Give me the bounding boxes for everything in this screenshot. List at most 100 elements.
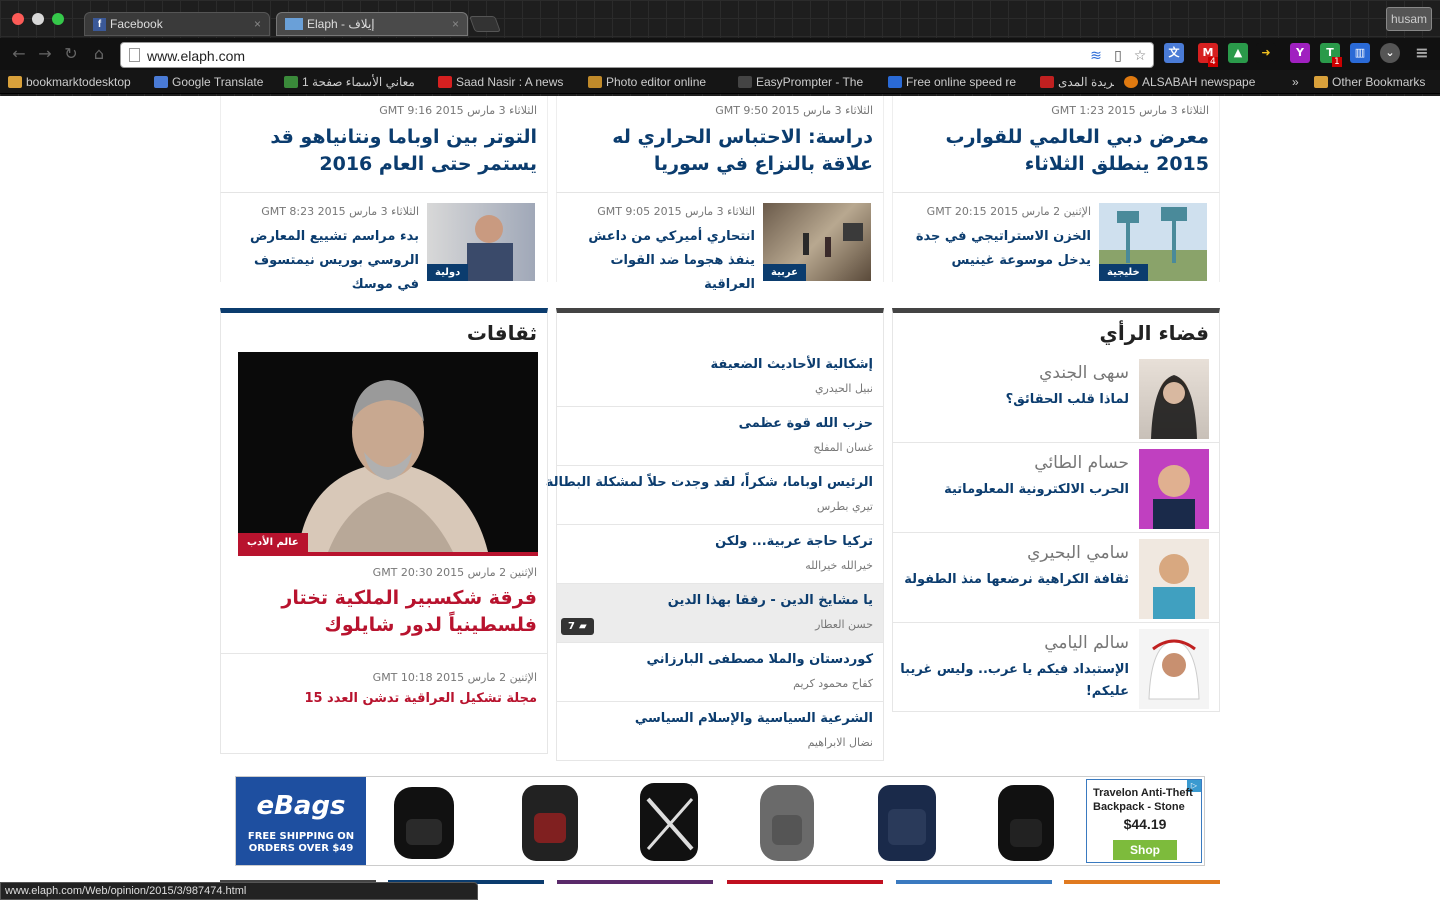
product-panel[interactable]: ▷ Travelon Anti-Theft Backpack - Stone -… [1086, 779, 1202, 863]
article-title-link[interactable]: تركيا حاجة عربية... ولكن [715, 534, 873, 549]
article-item[interactable]: كوردستان والملا مصطفى البارزاني كفاح محم… [557, 643, 883, 702]
person-icon [1151, 375, 1197, 439]
author-photo[interactable] [1139, 449, 1209, 529]
minimize-window-button[interactable] [32, 13, 44, 25]
bookmark-item[interactable]: Photo editor online [588, 74, 724, 90]
new-tab-button[interactable] [469, 16, 501, 32]
bookmark-item[interactable]: Free online speed re [888, 74, 1024, 90]
close-tab-icon[interactable]: × [254, 17, 261, 31]
yahoo-extension-icon[interactable]: Y [1290, 43, 1310, 63]
news-item[interactable]: دولية الثلاثاء 3 مارس 2015 GMT 8:23 بدء … [220, 192, 548, 292]
culture-headline-link[interactable]: فرقة شكسبير الملكية تختار فلسطينياً لدور… [231, 585, 537, 639]
bookmarks-overflow-button[interactable]: » [1292, 74, 1306, 90]
author-name[interactable]: خيرالله خيرالله [805, 559, 873, 572]
author-name[interactable]: سالم اليامي [1044, 633, 1129, 653]
article-item[interactable]: الرئيس اوباما، شكراً، لقد وجدت حلاً لمشك… [546, 466, 883, 525]
arrow-extension-icon[interactable]: ➜ [1256, 43, 1276, 63]
article-item[interactable]: حزب الله قوة عظمى غسان المفلح [557, 407, 883, 466]
author-name[interactable]: غسان المفلح [813, 441, 873, 454]
bookmark-item[interactable]: Google Translate [154, 74, 276, 90]
article-title-link[interactable]: الرئيس اوباما، شكراً، لقد وجدت حلاً لمشك… [546, 475, 873, 490]
author-name[interactable]: حسن العطار [815, 618, 873, 631]
bookmark-item[interactable]: Saad Nasir : A news [438, 74, 576, 90]
comment-count-badge[interactable]: 7 ▰ [561, 618, 594, 635]
bookmark-item[interactable]: معاني الأسماء صفحة 1 [284, 74, 430, 90]
headline-link[interactable]: معرض دبي العالمي للقوارب 2015 ينطلق الثل… [909, 124, 1209, 178]
ebags-logo[interactable]: eBags FREE SHIPPING ON ORDERS OVER $49 [236, 777, 366, 865]
rss-icon[interactable]: ≋ [1087, 47, 1105, 65]
star-icon[interactable]: ☆ [1131, 47, 1149, 65]
article-item[interactable]: تركيا حاجة عربية... ولكن خيرالله خيرالله [557, 525, 883, 584]
author-photo[interactable] [1139, 359, 1209, 439]
bookmark-item[interactable]: EasyPrompter - The [738, 74, 874, 90]
other-bookmarks[interactable]: Other Bookmarks [1314, 74, 1438, 90]
translate-extension-icon[interactable]: 文 [1164, 43, 1184, 63]
headline-link[interactable]: التوتر بين اوباما ونتانياهو قد يستمر حتى… [231, 124, 537, 178]
headline-link[interactable]: انتحاري أميركي من داعش ينفذ هجوما ضد الق… [575, 225, 755, 297]
article-item[interactable]: إشكالية الأحاديث الضعيفة نبيل الحيدري [557, 348, 883, 407]
opinion-title-link[interactable]: لماذا قلب الحقائق؟ [899, 389, 1129, 411]
reader-icon[interactable]: ▯ [1109, 47, 1127, 65]
article-title-link[interactable]: حزب الله قوة عظمى [739, 416, 873, 431]
headline-link[interactable]: بدء مراسم تشييع المعارض الروسي بوريس نيم… [229, 225, 419, 297]
article-title-link[interactable]: كوردستان والملا مصطفى البارزاني [646, 652, 873, 667]
opinion-title-link[interactable]: ثقافة الكراهية نرضعها منذ الطفولة [899, 569, 1129, 591]
bookmark-item[interactable]: جريدة المدى [1040, 74, 1114, 90]
ebags-ad-banner[interactable]: eBags FREE SHIPPING ON ORDERS OVER $49 ▷… [235, 776, 1205, 866]
url-text: www.elaph.com [147, 48, 246, 64]
opinion-item[interactable]: سالم اليامي الإستبداد فيكم يا عرب.. وليس… [893, 623, 1219, 713]
top-news-card[interactable]: الثلاثاء 3 مارس 2015 GMT 9:16 التوتر بين… [220, 96, 548, 192]
product-name[interactable]: Travelon Anti-Theft Backpack - Stone -..… [1093, 786, 1197, 814]
close-tab-icon[interactable]: × [452, 17, 459, 31]
shop-button[interactable]: Shop [1113, 840, 1177, 860]
author-name[interactable]: تيري بطرس [817, 500, 873, 513]
culture-secondary-link[interactable]: مجلة تشكيل العراقية تدشن العدد 15 [304, 691, 537, 706]
article-title-link[interactable]: يا مشايخ الدين - رفقا بهذا الدين [668, 593, 873, 608]
news-item[interactable]: عربية الثلاثاء 3 مارس 2015 GMT 9:05 انتح… [556, 192, 884, 292]
tab-label: Facebook [110, 17, 163, 31]
author-name[interactable]: نضال الابراهيم [808, 736, 873, 749]
headline-link[interactable]: دراسة: الاحتباس الحراري له علاقة بالنزاع… [567, 124, 873, 178]
opinion-item[interactable]: سهى الجندي لماذا قلب الحقائق؟ [893, 353, 1219, 443]
article-title-link[interactable]: الشرعية السياسية والإسلام السياسي [635, 711, 873, 726]
reload-icon[interactable]: ↻ [60, 44, 82, 64]
bombing-scene-thumbnail[interactable]: عربية [763, 203, 871, 281]
drive-extension-icon[interactable]: ▲ [1228, 43, 1248, 63]
article-item[interactable]: الشرعية السياسية والإسلام السياسي نضال ا… [557, 702, 883, 761]
author-name[interactable]: سامي البحيري [1027, 543, 1129, 563]
top-news-card[interactable]: الثلاثاء 3 مارس 2015 GMT 1:23 معرض دبي ا… [892, 96, 1220, 192]
water-towers-thumbnail[interactable]: خليجية [1099, 203, 1207, 281]
pocket-extension-icon[interactable]: ⌄ [1380, 43, 1400, 63]
profile-button[interactable]: husam [1386, 7, 1432, 31]
forward-icon[interactable]: → [34, 44, 56, 64]
author-name[interactable]: حسام الطائي [1034, 453, 1129, 473]
address-bar[interactable]: www.elaph.com ≋ ▯ ☆ [120, 42, 1154, 68]
tab-facebook[interactable]: f Facebook × [84, 12, 270, 36]
maximize-window-button[interactable] [52, 13, 64, 25]
article-title-link[interactable]: إشكالية الأحاديث الضعيفة [710, 357, 873, 372]
article-item[interactable]: يا مشايخ الدين - رفقا بهذا الدين حسن الع… [557, 584, 883, 643]
backpack-products[interactable] [376, 779, 1076, 865]
headline-link[interactable]: الخزن الاستراتيجي في جدة يدخل موسوعة غين… [911, 225, 1091, 273]
tab-elaph[interactable]: Elaph - إيلاف × [276, 12, 468, 36]
opinion-item[interactable]: سامي البحيري ثقافة الكراهية نرضعها منذ ا… [893, 533, 1219, 623]
back-icon[interactable]: ← [8, 44, 30, 64]
home-icon[interactable]: ⌂ [88, 44, 110, 64]
author-photo[interactable] [1139, 539, 1209, 619]
opinion-title-link[interactable]: الإستبداد فيكم يا عرب.. وليس غريبا عليكم… [899, 659, 1129, 703]
nemtsov-thumbnail[interactable]: دولية [427, 203, 535, 281]
top-news-card[interactable]: الثلاثاء 3 مارس 2015 GMT 9:50 دراسة: الا… [556, 96, 884, 192]
opinion-item[interactable]: حسام الطائي الحرب الالكترونية المعلوماتي… [893, 443, 1219, 533]
chart-extension-icon[interactable]: ▥ [1350, 43, 1370, 63]
author-photo[interactable] [1139, 629, 1209, 709]
close-window-button[interactable] [12, 13, 24, 25]
news-item[interactable]: خليجية الإثنين 2 مارس 2015 GMT 20:15 الخ… [892, 192, 1220, 282]
bookmark-item[interactable]: ALSABAH newspape [1124, 74, 1260, 90]
culture-feature-image[interactable]: عالم الأدب [238, 352, 538, 556]
opinion-title-link[interactable]: الحرب الالكترونية المعلوماتية [899, 479, 1129, 501]
bookmark-item[interactable]: bookmarktodesktop [8, 74, 146, 90]
menu-icon[interactable]: ≡ [1412, 43, 1432, 63]
author-name[interactable]: نبيل الحيدري [815, 382, 873, 395]
author-name[interactable]: سهى الجندي [1039, 363, 1129, 383]
author-name[interactable]: كفاح محمود كريم [793, 677, 873, 690]
